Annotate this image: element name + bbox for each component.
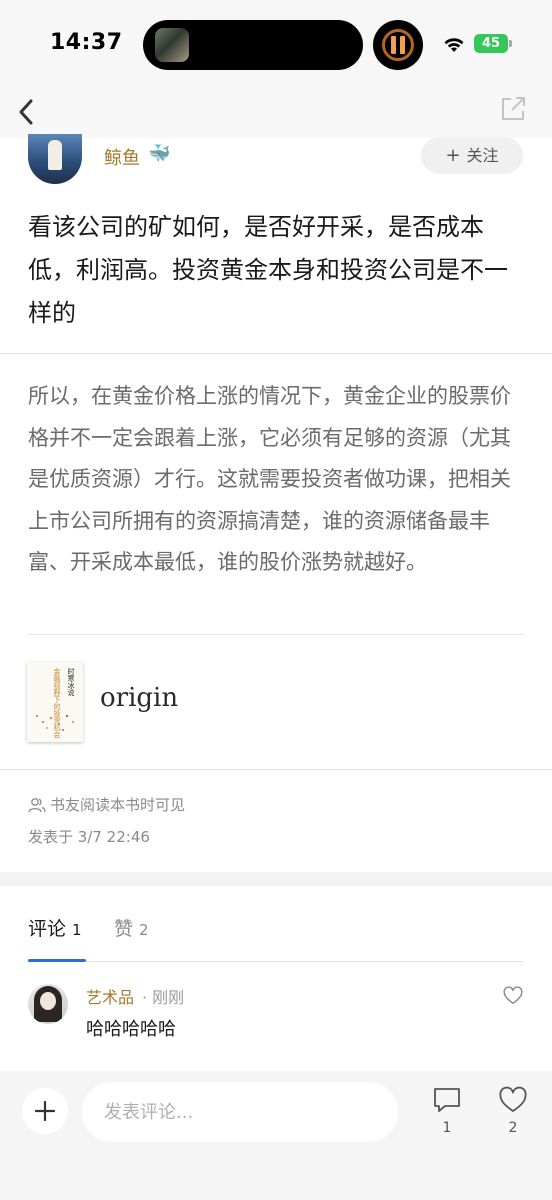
plus-icon [34,1100,56,1122]
battery-tip [509,40,512,47]
cover-art [35,714,75,731]
book-title[interactable]: origin [100,683,178,713]
quoted-excerpt: 所以，在黄金价格上涨的情况下，黄金企业的股票价格并不一定会跟着上涨，它必须有足够… [28,384,511,574]
comments-count: 1 [442,1120,452,1136]
nav-bar [0,86,552,138]
share-icon[interactable] [498,94,528,124]
whale-icon: 🐳 [148,143,171,164]
book-cover[interactable]: 时寒冰说 金融视野下的投资机会 [27,662,83,742]
follow-button[interactable]: + 关注 [421,137,523,174]
author-avatar[interactable] [28,134,82,184]
tab-comments-label: 评论 [28,918,67,940]
readers-icon [28,798,46,813]
tab-likes-label: 赞 [114,918,134,940]
tab-likes[interactable]: 赞2 [114,914,149,941]
plus-icon: + [445,145,461,166]
divider [86,961,524,962]
now-playing-thumbnail [155,28,189,62]
visibility-note: 书友阅读本书时可见 [28,794,185,815]
battery-icon: 45 [474,34,508,53]
divider [0,769,552,770]
comments-button[interactable]: 1 [429,1086,465,1136]
status-bar: 14:37 45 [0,0,552,86]
divider [28,634,524,635]
visibility-text: 书友阅读本书时可见 [50,796,186,814]
reply-avatar[interactable] [28,984,68,1024]
reply-text: 哈哈哈哈哈 [86,1019,176,1040]
follow-label: 关注 [466,146,499,165]
bottom-bar: 1 2 [0,1071,552,1200]
back-icon[interactable] [8,92,48,132]
dynamic-island[interactable] [143,20,363,70]
reply-time: · 刚刚 [142,988,185,1007]
publish-time: 发表于 3/7 22:46 [28,828,150,846]
like-button[interactable]: 2 [495,1086,531,1136]
tab-likes-count: 2 [139,921,149,939]
comment-bubble-icon [434,1088,460,1112]
status-time: 14:37 [50,30,123,55]
add-button[interactable] [22,1088,68,1134]
heart-icon [499,1086,527,1112]
divider [0,353,552,354]
comment-text: 看该公司的矿如何，是否好开采，是否成本低，利润高。投资黄金本身和投资公司是不一样… [28,213,508,327]
reply-like-icon[interactable] [502,985,524,1007]
pause-icon[interactable] [373,20,423,70]
comment-input[interactable] [82,1082,398,1142]
section-gap [0,872,552,886]
tab-comments[interactable]: 评论 1 [28,914,82,941]
likes-count: 2 [508,1120,518,1136]
author-name[interactable]: 鲸鱼 [104,144,140,170]
wifi-icon [444,38,464,52]
reply-author-name[interactable]: 艺术品 [86,984,134,1008]
tab-comments-count: 1 [72,921,82,939]
tab-active-indicator [28,959,86,962]
book-cover-author: 时寒冰说 [67,668,75,696]
